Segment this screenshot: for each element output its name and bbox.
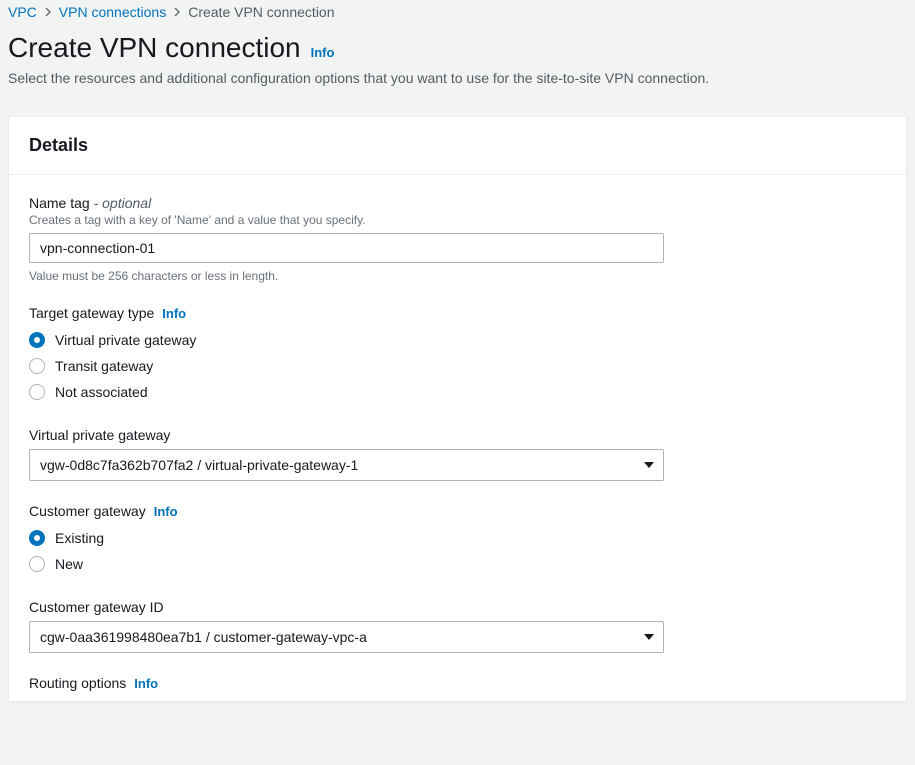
customer-gateway-label: Customer gateway	[29, 503, 146, 519]
customer-gateway-id-label: Customer gateway ID	[29, 599, 164, 615]
info-link-routing-options[interactable]: Info	[134, 676, 158, 691]
name-tag-hint: Creates a tag with a key of 'Name' and a…	[29, 213, 886, 227]
caret-down-icon	[644, 462, 654, 468]
page-header: Create VPN connection Info Select the re…	[0, 32, 915, 98]
panel-title: Details	[29, 135, 886, 156]
name-tag-input[interactable]	[29, 233, 664, 263]
radio-icon	[29, 358, 45, 374]
radio-label: Not associated	[55, 384, 148, 400]
info-link-page[interactable]: Info	[311, 45, 335, 60]
field-customer-gateway: Customer gateway Info Existing New	[29, 503, 886, 577]
radio-existing[interactable]: Existing	[29, 525, 886, 551]
page-title: Create VPN connection	[8, 32, 301, 64]
chevron-right-icon	[172, 7, 182, 17]
info-link-target-gateway-type[interactable]: Info	[162, 306, 186, 321]
select-value: vgw-0d8c7fa362b707fa2 / virtual-private-…	[40, 457, 358, 473]
panel-header: Details	[9, 117, 906, 175]
field-routing-options: Routing options Info	[29, 675, 886, 691]
customer-gateway-radio-group: Existing New	[29, 525, 886, 577]
radio-virtual-private-gateway[interactable]: Virtual private gateway	[29, 327, 886, 353]
details-panel: Details Name tag - optional Creates a ta…	[8, 116, 907, 702]
radio-not-associated[interactable]: Not associated	[29, 379, 886, 405]
field-customer-gateway-id: Customer gateway ID cgw-0aa361998480ea7b…	[29, 599, 886, 653]
field-name-tag: Name tag - optional Creates a tag with a…	[29, 195, 886, 283]
select-value: cgw-0aa361998480ea7b1 / customer-gateway…	[40, 629, 367, 645]
breadcrumb-link-vpn-connections[interactable]: VPN connections	[59, 4, 166, 20]
virtual-private-gateway-select[interactable]: vgw-0d8c7fa362b707fa2 / virtual-private-…	[29, 449, 664, 481]
customer-gateway-id-select[interactable]: cgw-0aa361998480ea7b1 / customer-gateway…	[29, 621, 664, 653]
name-tag-label: Name tag - optional	[29, 195, 151, 211]
breadcrumb: VPC VPN connections Create VPN connectio…	[0, 0, 915, 32]
radio-icon	[29, 556, 45, 572]
radio-transit-gateway[interactable]: Transit gateway	[29, 353, 886, 379]
caret-down-icon	[644, 634, 654, 640]
chevron-right-icon	[43, 7, 53, 17]
breadcrumb-link-vpc[interactable]: VPC	[8, 4, 37, 20]
radio-label: Existing	[55, 530, 104, 546]
field-target-gateway-type: Target gateway type Info Virtual private…	[29, 305, 886, 405]
name-tag-constraint: Value must be 256 characters or less in …	[29, 269, 886, 283]
page-description: Select the resources and additional conf…	[8, 70, 907, 86]
radio-label: Virtual private gateway	[55, 332, 196, 348]
routing-options-label: Routing options	[29, 675, 126, 691]
breadcrumb-current: Create VPN connection	[188, 4, 334, 20]
radio-icon	[29, 384, 45, 400]
radio-icon	[29, 332, 45, 348]
virtual-private-gateway-label: Virtual private gateway	[29, 427, 170, 443]
field-virtual-private-gateway: Virtual private gateway vgw-0d8c7fa362b7…	[29, 427, 886, 481]
radio-label: New	[55, 556, 83, 572]
radio-new[interactable]: New	[29, 551, 886, 577]
target-gateway-type-radio-group: Virtual private gateway Transit gateway …	[29, 327, 886, 405]
info-link-customer-gateway[interactable]: Info	[154, 504, 178, 519]
target-gateway-type-label: Target gateway type	[29, 305, 154, 321]
radio-label: Transit gateway	[55, 358, 153, 374]
radio-icon	[29, 530, 45, 546]
